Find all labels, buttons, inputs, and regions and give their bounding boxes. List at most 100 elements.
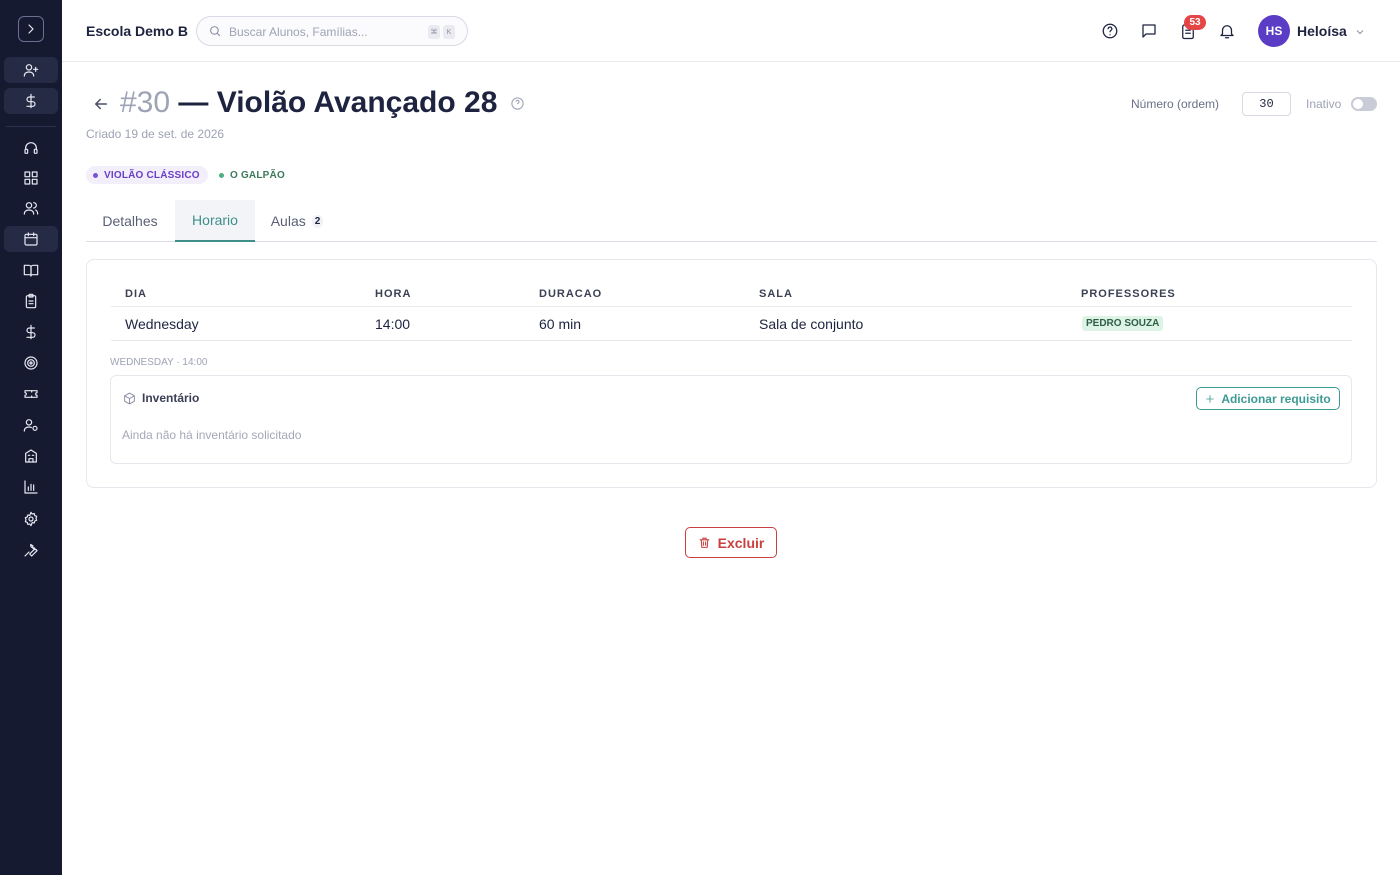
inventory-title: Inventário — [142, 391, 200, 405]
bar-chart-icon — [24, 480, 38, 494]
sidebar-item-tickets[interactable] — [4, 381, 58, 407]
tab-lessons-count: 2 — [311, 214, 324, 228]
help-button[interactable] — [1099, 20, 1121, 42]
delete-label: Excluir — [717, 534, 765, 551]
sidebar-item-billing[interactable] — [4, 88, 58, 114]
target-icon — [24, 356, 38, 370]
user-avatar[interactable]: HS — [1258, 15, 1290, 47]
header-divider — [111, 306, 1352, 307]
user-menu-toggle[interactable] — [1354, 25, 1366, 37]
inactive-label: Inativo — [1306, 97, 1342, 111]
grid-icon — [24, 171, 38, 185]
building-icon — [25, 449, 37, 463]
user-cog-icon — [23, 419, 38, 432]
inactive-toggle[interactable] — [1351, 97, 1377, 111]
bell-icon — [1220, 25, 1234, 39]
column-header-duration: DURACAO — [539, 288, 603, 300]
ticket-icon — [24, 390, 38, 398]
user-plus-icon — [23, 64, 39, 77]
slot-label: WEDNESDAY · 14:00 — [110, 357, 208, 368]
chevron-down-icon — [1356, 30, 1364, 35]
sidebar-toggle-button[interactable] — [18, 16, 44, 42]
page-title: #30 — Violão Avançado 28 — [120, 86, 497, 120]
sidebar-item-reports[interactable] — [4, 474, 58, 500]
book-open-icon — [23, 264, 39, 277]
delete-button[interactable]: Excluir — [685, 527, 777, 558]
teacher-tag[interactable]: PEDRO SOUZA — [1082, 316, 1164, 331]
tag-dot — [93, 172, 98, 178]
search-icon — [210, 26, 221, 37]
title-help-button[interactable] — [510, 96, 525, 111]
sidebar-item-support[interactable] — [4, 135, 58, 161]
created-date: Criado 19 de set. de 2026 — [86, 127, 225, 141]
sidebar-item-schedule[interactable] — [4, 226, 58, 252]
user-name[interactable]: Heloísa — [1297, 23, 1347, 39]
sidebar-item-finance[interactable] — [4, 319, 58, 345]
column-header-day: DIA — [125, 288, 147, 300]
column-header-time: HORA — [375, 288, 412, 300]
package-icon — [123, 392, 136, 405]
shortcut-key-k: K — [443, 25, 455, 39]
class-number: #30 — [120, 86, 171, 119]
add-requirement-button[interactable]: Adicionar requisito — [1196, 387, 1340, 410]
sidebar-item-staff[interactable] — [4, 412, 58, 438]
add-requirement-label: Adicionar requisito — [1221, 391, 1331, 406]
sidebar-item-goals[interactable] — [4, 350, 58, 376]
tab-schedule[interactable]: Horario — [175, 200, 255, 242]
row-divider — [111, 340, 1352, 341]
sidebar-item-courses[interactable] — [4, 257, 58, 283]
tab-details-label: Detalhes — [102, 213, 158, 229]
inventory-empty-text: Ainda não há inventário solicitado — [122, 428, 302, 442]
back-button[interactable] — [92, 95, 110, 113]
location-tag: O GALPÃO — [212, 166, 293, 184]
chevron-right-icon — [28, 24, 34, 34]
order-number-input[interactable] — [1242, 92, 1291, 116]
users-icon — [23, 202, 39, 215]
search-input[interactable] — [229, 23, 419, 41]
sidebar — [0, 0, 62, 875]
sidebar-item-tasks[interactable] — [4, 288, 58, 314]
notification-count-badge: 53 — [1184, 15, 1206, 30]
instrument-tag: VIOLÃO CLÁSSICO — [86, 166, 208, 184]
tab-lessons-label: Aulas — [270, 213, 306, 229]
calendar-icon — [24, 232, 38, 246]
dollar-icon — [26, 93, 36, 109]
help-circle-icon — [511, 97, 524, 110]
sidebar-item-settings[interactable] — [4, 506, 58, 532]
sidebar-item-dashboard[interactable] — [4, 165, 58, 191]
message-square-icon — [1142, 24, 1156, 38]
schedule-room: Sala de conjunto — [759, 316, 864, 332]
arrow-left-icon — [95, 98, 107, 110]
order-number-label: Número (ordem) — [1131, 97, 1220, 111]
messages-button[interactable] — [1138, 20, 1160, 42]
headset-icon — [24, 142, 38, 154]
plus-icon — [1206, 394, 1215, 403]
class-name: — Violão Avançado 28 — [178, 86, 498, 119]
dollar-icon — [26, 324, 36, 340]
instrument-tag-label: VIOLÃO CLÁSSICO — [104, 169, 200, 181]
gear-icon — [24, 511, 38, 527]
tag-dot — [219, 172, 224, 178]
tab-bar: Detalhes Horario Aulas 2 — [86, 200, 1377, 242]
shortcut-key-cmd: ⌘ — [428, 25, 440, 39]
sidebar-item-add-user[interactable] — [4, 57, 58, 83]
school-name: Escola Demo B — [86, 23, 188, 39]
sidebar-item-buildings[interactable] — [4, 443, 58, 469]
top-bar: Escola Demo B ⌘ K — [62, 0, 1400, 62]
column-header-teachers: PROFESSORES — [1081, 288, 1176, 300]
notifications-button[interactable] — [1216, 20, 1238, 42]
sidebar-item-students[interactable] — [4, 195, 58, 221]
help-circle-icon — [1102, 23, 1118, 39]
search-box[interactable]: ⌘ K — [196, 16, 468, 46]
tab-details[interactable]: Detalhes — [86, 200, 174, 242]
tab-schedule-label: Horario — [192, 212, 238, 228]
location-tag-label: O GALPÃO — [230, 169, 285, 181]
column-header-room: SALA — [759, 288, 793, 300]
clipboard-icon — [25, 293, 37, 309]
schedule-time: 14:00 — [375, 316, 411, 332]
sidebar-item-tools[interactable] — [4, 537, 58, 563]
sidebar-divider — [6, 126, 56, 127]
tab-lessons[interactable]: Aulas 2 — [256, 200, 338, 242]
trash-icon — [699, 537, 710, 548]
wrench-icon — [24, 543, 38, 557]
